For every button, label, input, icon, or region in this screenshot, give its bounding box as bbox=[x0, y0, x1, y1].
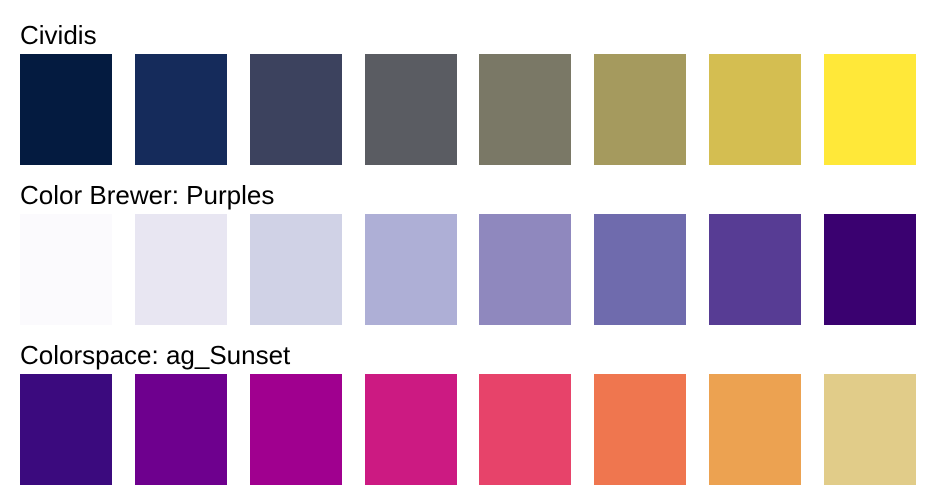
palette-block: Colorspace: ag_Sunset bbox=[0, 340, 936, 500]
color-swatch bbox=[823, 54, 916, 165]
color-swatch bbox=[823, 214, 916, 325]
color-swatch bbox=[134, 54, 227, 165]
color-swatch bbox=[479, 374, 572, 485]
palette-title: Color Brewer: Purples bbox=[20, 180, 275, 210]
color-swatch bbox=[249, 54, 342, 165]
swatch-row bbox=[20, 54, 916, 165]
palette-title: Cividis bbox=[20, 20, 97, 50]
color-swatch bbox=[20, 214, 112, 325]
color-swatch bbox=[709, 54, 802, 165]
swatch-row bbox=[20, 214, 916, 325]
color-swatch bbox=[709, 374, 802, 485]
swatch-row bbox=[20, 374, 916, 485]
color-swatch bbox=[479, 54, 572, 165]
palette-title: Colorspace: ag_Sunset bbox=[20, 340, 291, 370]
color-swatch bbox=[709, 214, 802, 325]
color-swatch bbox=[479, 214, 572, 325]
color-swatch bbox=[364, 54, 457, 165]
color-swatch bbox=[249, 374, 342, 485]
color-swatch bbox=[249, 214, 342, 325]
color-swatch bbox=[20, 374, 112, 485]
color-swatch bbox=[594, 374, 687, 485]
color-swatch bbox=[594, 214, 687, 325]
color-swatch bbox=[20, 54, 112, 165]
color-swatch bbox=[594, 54, 687, 165]
color-swatch bbox=[823, 374, 916, 485]
color-swatch bbox=[134, 214, 227, 325]
color-swatch bbox=[134, 374, 227, 485]
color-swatch bbox=[364, 374, 457, 485]
palette-block: Cividis bbox=[0, 20, 936, 180]
palette-block: Color Brewer: Purples bbox=[0, 180, 936, 340]
color-swatch bbox=[364, 214, 457, 325]
